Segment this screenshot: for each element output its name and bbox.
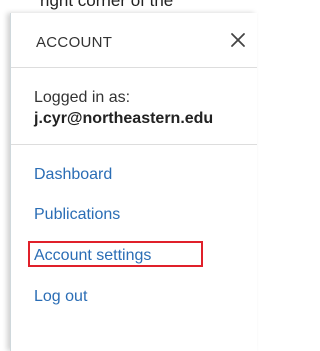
close-icon: [231, 33, 245, 47]
user-email: j.cyr@northeastern.edu: [34, 110, 214, 127]
nav-publications-link[interactable]: Publications: [34, 206, 120, 224]
nav-logout-link[interactable]: Log out: [34, 288, 87, 306]
close-button[interactable]: [226, 28, 250, 52]
panel-title: ACCOUNT: [36, 34, 113, 51]
nav-dashboard-link[interactable]: Dashboard: [34, 166, 112, 184]
account-panel-header: ACCOUNT: [11, 13, 257, 67]
background-page-strip: right corner of the: [0, 0, 257, 13]
user-divider: [11, 144, 257, 145]
header-divider: [11, 67, 257, 68]
background-page-text: right corner of the: [40, 0, 174, 10]
account-panel: ACCOUNT Logged in as: j.cyr@northeastern…: [10, 13, 257, 351]
logged-in-label: Logged in as:: [34, 89, 131, 106]
nav-account-settings-link[interactable]: Account settings: [34, 247, 151, 265]
